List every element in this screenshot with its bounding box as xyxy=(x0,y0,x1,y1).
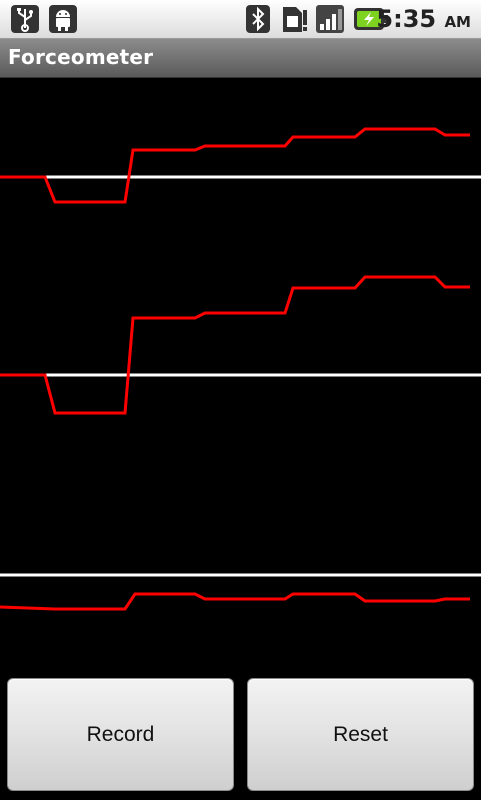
top-graph xyxy=(0,127,481,204)
android-debug-icon xyxy=(49,5,77,33)
bluetooth-icon xyxy=(246,5,270,33)
app-title: Forceometer xyxy=(8,45,154,69)
reset-button-label: Reset xyxy=(333,722,388,746)
reset-button[interactable]: Reset xyxy=(247,678,474,791)
title-bar: Forceometer xyxy=(0,39,481,78)
top-graph-trace xyxy=(0,127,470,204)
record-button[interactable]: Record xyxy=(7,678,234,791)
middle-graph xyxy=(0,275,481,415)
status-bar: 5:35 AM xyxy=(0,0,481,39)
bottom-graph-trace xyxy=(0,592,470,611)
bottom-graph xyxy=(0,573,481,611)
graph-area xyxy=(0,127,481,611)
middle-graph-trace xyxy=(0,275,470,415)
clock-ampm: AM xyxy=(444,13,471,31)
clock-time: 5:35 xyxy=(376,5,437,33)
usb-icon xyxy=(11,5,39,33)
clock: 5:35 AM xyxy=(376,6,471,35)
record-button-label: Record xyxy=(86,722,155,746)
sim-alert-icon xyxy=(283,7,307,32)
signal-icon xyxy=(316,5,344,33)
